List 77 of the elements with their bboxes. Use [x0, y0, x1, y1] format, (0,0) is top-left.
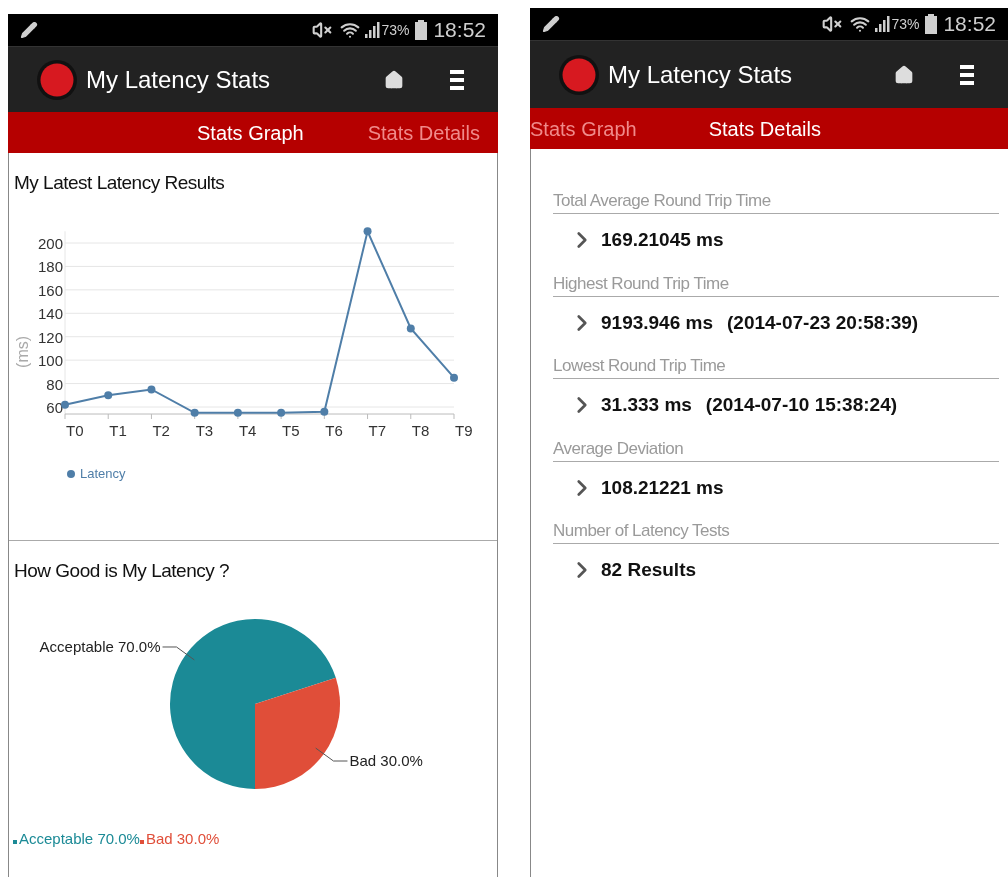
- logo-icon: [558, 53, 600, 96]
- data-point: [61, 400, 69, 409]
- app-title: My Latency Stats: [608, 59, 793, 90]
- data-point: [450, 373, 458, 382]
- section-title: How Good is My Latency ?: [13, 559, 231, 583]
- detail-value: 31.333 ms: [601, 393, 692, 417]
- pencil-icon: [542, 15, 560, 33]
- y-tick-label: 60: [46, 398, 63, 416]
- legend-label: Acceptable 70.0%: [19, 828, 140, 849]
- mute-icon: [312, 20, 333, 40]
- y-tick-label: 120: [37, 328, 63, 346]
- x-tick-label: T2: [152, 421, 170, 439]
- detail-label: Number of Latency Tests: [553, 519, 999, 544]
- legend-swatch: [13, 839, 17, 844]
- wifi-icon: [850, 14, 871, 34]
- detail-label: Total Average Round Trip Time: [553, 189, 999, 214]
- signal-icon: [364, 22, 381, 38]
- detail-label: Lowest Round Trip Time: [553, 354, 999, 379]
- tab[interactable]: Stats Details: [708, 113, 821, 144]
- detail-value: 108.21221 ms: [601, 475, 724, 500]
- leader-line: [162, 646, 195, 660]
- section-title: My Latest Latency Results: [13, 171, 226, 195]
- leader-line: [315, 747, 348, 761]
- x-tick-label: T6: [325, 421, 343, 439]
- logo-icon: [36, 58, 78, 101]
- data-point: [320, 407, 329, 416]
- legend-marker: [67, 469, 75, 478]
- x-tick-label: T8: [411, 421, 430, 439]
- battery-icon: [925, 14, 938, 34]
- legend-swatch: [139, 839, 144, 844]
- y-tick-label: 160: [37, 281, 63, 299]
- y-axis-label: (ms): [14, 335, 31, 368]
- x-tick-label: T1: [109, 421, 127, 439]
- data-point: [104, 390, 113, 399]
- data-point: [190, 408, 199, 417]
- clock: 18:52: [943, 11, 996, 38]
- y-tick-label: 80: [46, 375, 63, 393]
- detail-label: Highest Round Trip Time: [553, 271, 999, 297]
- mute-icon: [822, 14, 843, 34]
- clock: 18:52: [433, 17, 486, 44]
- data-point: [363, 226, 372, 235]
- x-tick-label: T3: [195, 421, 214, 439]
- data-point: [406, 324, 415, 332]
- detail-value: 9193.946 ms: [601, 310, 713, 335]
- battery-percent: 73%: [891, 14, 920, 34]
- data-point: [147, 384, 156, 393]
- legend-label: Bad 30.0%: [145, 828, 220, 849]
- x-tick-label: T4: [238, 421, 257, 439]
- x-tick-label: T0: [66, 421, 84, 439]
- data-point: [277, 408, 286, 417]
- slice-label: Bad 30.0%: [349, 751, 423, 769]
- home-button[interactable]: [384, 69, 404, 90]
- x-tick-label: T7: [368, 421, 387, 439]
- y-tick-label: 180: [37, 257, 63, 275]
- app-title: My Latency Stats: [86, 64, 271, 95]
- battery-icon: [415, 20, 428, 40]
- slice-label: Acceptable 70.0%: [39, 637, 161, 655]
- y-tick-label: 100: [37, 351, 63, 369]
- data-point: [233, 408, 242, 417]
- y-tick-label: 140: [37, 304, 63, 322]
- home-button[interactable]: [894, 64, 914, 85]
- detail-timestamp: (2014-07-23 20:58:39): [727, 310, 919, 335]
- x-tick-label: T5: [282, 421, 300, 439]
- detail-value: 169.21045 ms: [601, 228, 724, 252]
- detail-label: Average Deviation: [553, 436, 999, 462]
- x-tick-label: T9: [455, 421, 473, 439]
- legend-label: Latency: [80, 465, 126, 481]
- detail-timestamp: (2014-07-10 15:38:24): [705, 393, 898, 417]
- signal-icon: [874, 16, 891, 32]
- tab[interactable]: Stats Graph: [197, 117, 304, 148]
- battery-percent: 73%: [381, 20, 410, 40]
- menu-button[interactable]: [450, 68, 464, 91]
- pencil-icon: [20, 21, 38, 39]
- detail-value: 82 Results: [601, 558, 697, 582]
- menu-button[interactable]: [960, 63, 974, 86]
- wifi-icon: [340, 20, 361, 40]
- y-tick-label: 200: [37, 234, 63, 252]
